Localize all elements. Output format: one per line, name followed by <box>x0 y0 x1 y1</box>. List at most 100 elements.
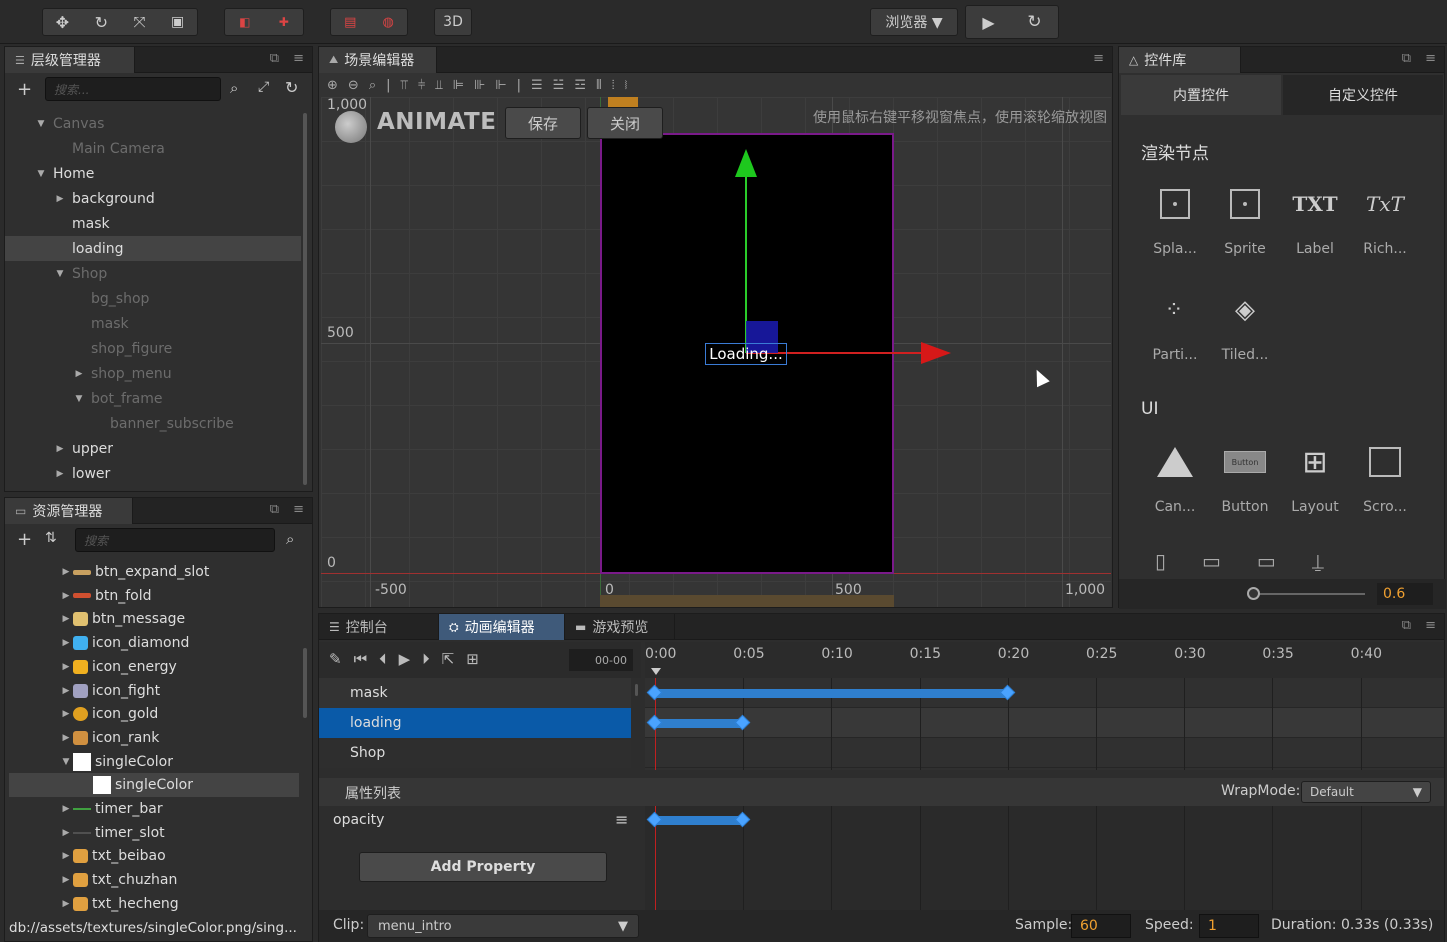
expand-arrow-icon[interactable]: ▼ <box>53 269 67 279</box>
zoom-reset-icon[interactable]: ⌕ <box>369 78 376 93</box>
menu-icon[interactable]: ≡ <box>293 502 304 517</box>
align-hcenter-icon[interactable]: ⊪ <box>474 78 485 93</box>
add-event-icon[interactable]: ⇱ <box>442 650 455 668</box>
align-left-icon[interactable]: ⊫ <box>453 78 464 93</box>
track-row[interactable]: Shop <box>319 738 631 768</box>
widget-tiledmap[interactable]: ◈ Tiled... <box>1210 287 1280 363</box>
hierarchy-node[interactable]: loading <box>5 236 301 261</box>
collapse-arrow-icon[interactable]: ▶ <box>59 638 73 648</box>
page-view-icon[interactable]: ▯ <box>1155 549 1166 575</box>
play-animation-icon[interactable]: ▶ <box>399 650 411 668</box>
gizmo-y-arrow[interactable] <box>735 149 757 177</box>
scene-tab[interactable]: ⛰ 场景编辑器 <box>319 47 437 73</box>
speed-input[interactable]: 1 <box>1199 914 1259 938</box>
collapse-arrow-icon[interactable]: ▶ <box>53 194 67 204</box>
add-property-button[interactable]: Add Property <box>359 852 607 882</box>
track-scrollbar[interactable] <box>635 684 638 696</box>
zoom-slider-handle[interactable] <box>1247 587 1260 600</box>
playhead-marker[interactable] <box>651 668 661 675</box>
hierarchy-node[interactable]: shop_figure <box>5 336 301 361</box>
collapse-arrow-icon[interactable]: ▶ <box>59 804 73 814</box>
asset-item[interactable]: ▶ txt_hecheng <box>9 892 299 916</box>
hierarchy-node[interactable]: ▶ shop_menu <box>5 361 301 386</box>
hierarchy-node[interactable]: mask <box>5 211 301 236</box>
hierarchy-node[interactable]: mask <box>5 311 301 336</box>
asset-item[interactable]: ▶ txt_beibao <box>9 844 299 868</box>
slider-icon[interactable]: ⍊ <box>1312 549 1324 575</box>
asset-item[interactable]: ▶ btn_expand_slot <box>9 560 299 584</box>
rotate-tool-icon[interactable]: ↻ <box>95 13 108 32</box>
popout-icon[interactable]: ⧉ <box>270 502 279 517</box>
hierarchy-scrollbar[interactable] <box>303 113 307 485</box>
widget-splash[interactable]: Spla... <box>1140 181 1210 257</box>
track-row[interactable]: loading <box>319 708 631 738</box>
collapse-arrow-icon[interactable]: ▶ <box>59 828 73 838</box>
collapse-arrow-icon[interactable]: ▶ <box>59 733 73 743</box>
asset-item[interactable]: ▼ singleColor <box>9 750 299 774</box>
menu-icon[interactable]: ≡ <box>1425 618 1436 633</box>
distribute-hcenter-icon[interactable]: ⦙ <box>612 78 615 93</box>
widget-layout[interactable]: ⊞ Layout <box>1280 439 1350 516</box>
collapse-arrow-icon[interactable]: ▶ <box>59 851 73 861</box>
distribute-bottom-icon[interactable]: ☲ <box>574 78 586 93</box>
asset-item[interactable]: ▶ timer_bar <box>9 797 299 821</box>
hierarchy-tab[interactable]: ☰ 层级管理器 <box>5 47 135 73</box>
align-top-icon[interactable]: ⫪ <box>400 78 407 93</box>
expand-arrow-icon[interactable]: ▼ <box>34 169 48 179</box>
widget-scrollview[interactable]: Scro... <box>1350 439 1420 515</box>
widget-tab[interactable]: △ 控件库 <box>1119 47 1241 73</box>
wrapmode-select[interactable]: Default ▼ <box>1301 781 1431 803</box>
prev-frame-icon[interactable]: ⏴ <box>379 650 387 668</box>
hierarchy-node[interactable]: banner_subscribe <box>5 411 301 436</box>
hierarchy-node[interactable]: ▶ lower <box>5 461 301 486</box>
global-coord-icon[interactable]: ◍ <box>383 15 394 30</box>
collapse-arrow-icon[interactable]: ▶ <box>59 709 73 719</box>
expand-arrow-icon[interactable]: ▼ <box>72 394 86 404</box>
center-icon[interactable]: ✚ <box>279 15 289 29</box>
asset-item[interactable]: ▶ btn_fold <box>9 584 299 608</box>
collapse-arrow-icon[interactable]: ▶ <box>53 444 67 454</box>
collapse-arrow-icon[interactable]: ▶ <box>72 369 86 379</box>
property-row-opacity[interactable]: opacity ≡ <box>319 806 641 836</box>
expand-icon[interactable]: ⤢ <box>258 79 269 95</box>
hierarchy-search-input[interactable]: 搜索... <box>45 77 221 101</box>
zoom-in-icon[interactable]: ⊕ <box>327 78 338 93</box>
widget-richtext[interactable]: TxT Rich... <box>1350 181 1420 257</box>
property-keyframe-area[interactable] <box>645 806 1444 910</box>
menu-icon[interactable]: ≡ <box>293 51 304 66</box>
browser-select[interactable]: 浏览器 ▼ <box>870 8 958 36</box>
collapse-arrow-icon[interactable]: ▶ <box>53 469 67 479</box>
play-icon[interactable]: ▶ <box>982 13 994 32</box>
refresh-icon[interactable]: ↻ <box>285 78 298 97</box>
asset-item[interactable]: ▶ icon_fight <box>9 679 299 703</box>
zoom-slider-track[interactable] <box>1253 593 1365 595</box>
assets-tab[interactable]: ▭ 资源管理器 <box>5 498 133 524</box>
view-3d-button[interactable]: 3D <box>434 8 472 36</box>
menu-icon[interactable]: ≡ <box>1425 51 1436 66</box>
hierarchy-node[interactable]: ▼ Canvas <box>5 111 301 136</box>
asset-item[interactable]: ▶ timer_slot <box>9 821 299 845</box>
distribute-right-icon[interactable]: ⧘ <box>625 78 628 93</box>
game-preview-tab[interactable]: ▬ 游戏预览 <box>565 614 675 640</box>
collapse-arrow-icon[interactable]: ▶ <box>59 614 73 624</box>
distribute-top-icon[interactable]: ☰ <box>531 78 543 93</box>
collapse-arrow-icon[interactable]: ▶ <box>59 875 73 885</box>
scale-tool-icon[interactable]: ⤧ <box>134 13 146 31</box>
move-tool-icon[interactable]: ✥ <box>56 13 69 32</box>
align-vcenter-icon[interactable]: ⫩ <box>418 78 425 93</box>
add-node-icon[interactable]: + <box>17 79 32 100</box>
hierarchy-node[interactable]: Main Camera <box>5 136 301 161</box>
loading-label-node[interactable]: Loading... <box>705 343 787 365</box>
property-menu-icon[interactable]: ≡ <box>615 810 628 829</box>
gizmo-x-arrow[interactable] <box>921 342 951 364</box>
hierarchy-node[interactable]: ▼ Home <box>5 161 301 186</box>
search-icon[interactable]: ⌕ <box>286 530 294 548</box>
collapse-arrow-icon[interactable]: ▶ <box>59 899 73 909</box>
distribute-left-icon[interactable]: ⦀ <box>596 78 602 93</box>
progress-bar-icon[interactable]: ▭ <box>1202 549 1221 575</box>
widget-label[interactable]: TXT Label <box>1280 181 1350 257</box>
hierarchy-node[interactable]: bg_shop <box>5 286 301 311</box>
track-row[interactable]: mask <box>319 678 631 708</box>
collapse-arrow-icon[interactable]: ▶ <box>59 567 73 577</box>
hierarchy-node[interactable]: ▶ upper <box>5 436 301 461</box>
